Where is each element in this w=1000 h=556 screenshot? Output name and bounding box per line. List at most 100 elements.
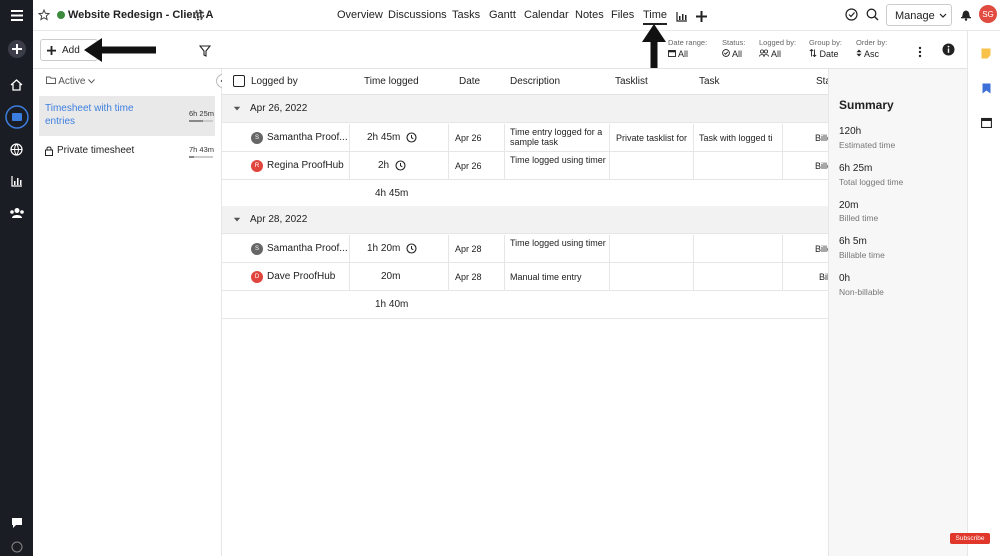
tab-calendar[interactable]: Calendar: [524, 9, 569, 21]
column-date[interactable]: Date: [459, 76, 480, 87]
add-label: Add: [62, 45, 80, 56]
add-tab-icon[interactable]: [696, 9, 707, 27]
users-icon: [759, 49, 769, 57]
user-avatar[interactable]: SG: [979, 5, 997, 23]
order-by-value: Asc: [864, 49, 880, 59]
tab-overview[interactable]: Overview: [337, 9, 383, 21]
tab-gantt[interactable]: Gantt: [489, 9, 516, 21]
logged-by-user: Dave ProofHub: [267, 271, 336, 282]
timesheet-item[interactable]: Private timesheet 7h 43m: [39, 139, 215, 165]
chevron-down-icon: [939, 13, 947, 18]
entry-description: Time logged using timer: [510, 155, 606, 165]
timesheet-progress-track: [189, 156, 213, 158]
column-tasklist[interactable]: Tasklist: [615, 76, 648, 87]
settings-gear-icon[interactable]: [193, 8, 205, 26]
plus-icon: [47, 46, 56, 55]
column-task[interactable]: Task: [699, 76, 720, 87]
project-title[interactable]: Website Redesign - Client A: [68, 9, 213, 21]
logged-by-user: Samantha Proof...: [267, 132, 348, 143]
more-options-icon[interactable]: [918, 45, 922, 63]
timer-icon[interactable]: [845, 8, 858, 26]
timesheet-name: Timesheet with time entries: [45, 103, 134, 127]
column-logged-by[interactable]: Logged by: [251, 76, 298, 87]
billable-time-label: Billable time: [839, 250, 885, 260]
estimated-time-value: 120h: [839, 126, 862, 137]
menu-icon[interactable]: [0, 4, 33, 26]
timesheets-panel: Active Timesheet with time entries 6h 25…: [33, 69, 222, 556]
status-filter[interactable]: Status: All: [722, 38, 745, 59]
group-by-value: Date: [819, 49, 839, 59]
timesheet-progress-fill: [189, 156, 194, 158]
top-bar: Website Redesign - Client A Overview Dis…: [33, 0, 1000, 31]
order-by-filter[interactable]: Order by: Asc: [856, 38, 887, 59]
entry-date: Apr 26: [455, 133, 482, 143]
logged-by-filter[interactable]: Logged by: All: [759, 38, 796, 59]
group-by-label: Group by:: [809, 38, 842, 47]
annotation-arrow-up-icon: [642, 24, 666, 68]
folder-icon: [46, 76, 56, 84]
clock-icon: [406, 132, 417, 143]
tab-tasks[interactable]: Tasks: [452, 9, 480, 21]
manage-button[interactable]: Manage: [886, 4, 952, 26]
sticky-note-icon[interactable]: [981, 46, 991, 64]
status-label: Status:: [722, 38, 746, 47]
non-billable-label: Non-billable: [839, 287, 884, 297]
column-status[interactable]: Status: [816, 76, 828, 87]
star-icon[interactable]: [37, 8, 51, 26]
date-group-header[interactable]: Apr 28, 2022: [222, 206, 828, 234]
timesheet-item[interactable]: Timesheet with time entries 6h 25m: [39, 96, 215, 136]
table-row[interactable]: R Regina ProofHub 2h Apr 26 Time logged …: [222, 152, 828, 180]
calendar-icon: [668, 50, 676, 57]
group-date: Apr 26, 2022: [250, 103, 308, 114]
table-row[interactable]: S Samantha Proof... 1h 20m Apr 28 Time l…: [222, 235, 828, 263]
chat-icon[interactable]: [0, 512, 33, 534]
group-total: 1h 40m: [375, 299, 409, 310]
people-icon[interactable]: [0, 202, 33, 224]
group-total-row: 4h 45m: [222, 180, 828, 208]
filter-icon[interactable]: [198, 44, 212, 62]
select-all-checkbox[interactable]: [233, 75, 245, 87]
tab-discussions[interactable]: Discussions: [388, 9, 447, 21]
logged-by-value: All: [771, 49, 782, 59]
reports-icon[interactable]: [0, 170, 33, 192]
info-icon[interactable]: [942, 43, 955, 61]
tab-files[interactable]: Files: [611, 9, 634, 21]
group-by-filter[interactable]: Group by: Date: [809, 38, 842, 59]
column-description[interactable]: Description: [510, 76, 560, 87]
subscribe-badge[interactable]: Subscribe: [950, 533, 990, 544]
column-time-logged[interactable]: Time logged: [364, 76, 419, 87]
timesheet-time: 7h 43m: [189, 145, 215, 154]
entry-date: Apr 26: [455, 161, 482, 171]
notifications-bell-icon[interactable]: [960, 8, 972, 26]
clock-icon: [395, 160, 406, 171]
billed-time-value: 20m: [839, 200, 859, 211]
reports-tab-icon[interactable]: [676, 9, 688, 27]
date-range-filter[interactable]: Date range: All: [668, 38, 707, 59]
table-row[interactable]: S Samantha Proof... 2h 45m Apr 26 Time e…: [222, 124, 828, 152]
tab-notes[interactable]: Notes: [575, 9, 604, 21]
table-row[interactable]: D Dave ProofHub 20m Apr 28 Manual time e…: [222, 263, 828, 291]
active-filter-dropdown[interactable]: Active: [46, 76, 96, 87]
help-icon[interactable]: [0, 536, 33, 556]
project-status-dot: [57, 11, 65, 19]
logged-by-label: Logged by:: [759, 38, 797, 47]
logged-by-user: Samantha Proof...: [267, 243, 348, 254]
globe-icon[interactable]: [0, 138, 33, 160]
entry-description: Manual time entry: [510, 272, 582, 282]
date-group-header[interactable]: Apr 26, 2022: [222, 95, 828, 123]
bookmark-icon[interactable]: [982, 81, 991, 99]
search-icon[interactable]: [866, 8, 879, 26]
time-logged-value: 1h 20m: [367, 243, 401, 254]
projects-icon[interactable]: [0, 105, 33, 129]
timesheet-progress-fill: [189, 120, 204, 122]
time-logged-value: 20m: [381, 271, 401, 282]
home-icon[interactable]: [0, 74, 33, 96]
entry-status: Billed: [815, 133, 828, 143]
chevron-down-icon: [88, 79, 96, 84]
add-icon[interactable]: [0, 38, 33, 60]
toolbar: Add Date range: All Status: All Logged b…: [33, 31, 967, 69]
non-billable-value: 0h: [839, 273, 851, 284]
avatar: S: [251, 243, 263, 255]
calendar-icon[interactable]: [981, 115, 992, 133]
total-logged-label: Total logged time: [839, 177, 904, 187]
